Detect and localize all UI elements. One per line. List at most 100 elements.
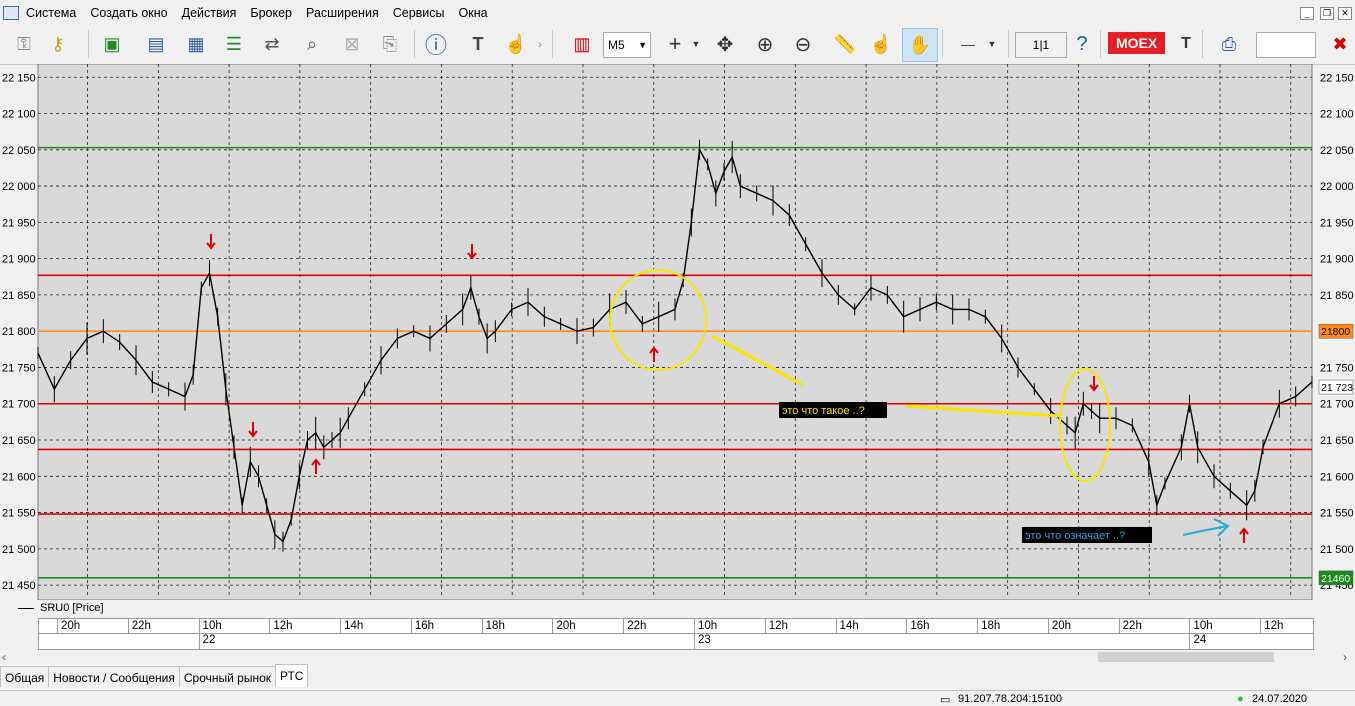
y-tick-label-right: 21 950 bbox=[1320, 217, 1354, 229]
toolbar-separator bbox=[1100, 30, 1101, 58]
key-grey-icon[interactable]: ⚿ bbox=[8, 28, 40, 60]
line-style-icon[interactable]: — bbox=[952, 28, 984, 60]
crosshair-icon[interactable]: + bbox=[660, 28, 690, 60]
x-tick-separator bbox=[1189, 619, 1191, 633]
page-indicator: 1|1 bbox=[1015, 32, 1067, 58]
exchange-button[interactable]: MOEX bbox=[1108, 32, 1166, 54]
alert-icon[interactable]: ⓘ bbox=[420, 28, 452, 60]
toolbar-separator bbox=[552, 30, 553, 58]
scatter-window-icon[interactable]: ▦ bbox=[180, 28, 212, 60]
hand-pointer-grey-icon[interactable]: ☝ bbox=[500, 28, 532, 60]
x-tick-separator bbox=[906, 619, 908, 633]
y-tick-label-right: 21 700 bbox=[1320, 399, 1354, 411]
menu-system[interactable]: Система bbox=[26, 6, 76, 20]
x-tick-separator bbox=[1260, 619, 1262, 633]
horizontal-scrollbar-thumb[interactable] bbox=[1098, 652, 1274, 662]
day-label: 22 bbox=[202, 634, 216, 646]
y-tick-label-left: 21 950 bbox=[2, 217, 36, 229]
new-window-icon[interactable]: ▣ bbox=[96, 28, 128, 60]
menu-services[interactable]: Сервисы bbox=[393, 6, 445, 20]
scroll-right-icon[interactable]: › bbox=[1343, 650, 1347, 664]
ruler-icon[interactable]: 📏 bbox=[830, 28, 860, 60]
menu-broker[interactable]: Брокер bbox=[250, 6, 292, 20]
restore-icon[interactable]: ❐ bbox=[1320, 7, 1334, 20]
close-icon[interactable]: ✕ bbox=[1338, 7, 1352, 20]
price-chart[interactable]: 22 150 22 150 22 100 22 100 22 050 22 050 22 0… bbox=[0, 63, 1355, 601]
y-tick-label-left: 21 700 bbox=[2, 399, 36, 411]
menu-actions[interactable]: Действия bbox=[182, 6, 237, 20]
connect-key-icon[interactable]: ⚷ bbox=[42, 28, 74, 60]
x-tick-separator bbox=[269, 619, 271, 633]
x-tick-label: 12h bbox=[1264, 620, 1284, 632]
x-tick-label: 16h bbox=[414, 620, 435, 632]
x-tick-label: 18h bbox=[981, 620, 1001, 632]
text-tool-icon[interactable]: T bbox=[462, 28, 494, 60]
search-input[interactable] bbox=[1256, 32, 1316, 58]
time-axis: 20h 22h 10h 12h 14h 16h 18h 20h 22h 10h 12h 14h 16h 1… bbox=[38, 618, 1314, 650]
tab-news[interactable]: Новости / Сообщения bbox=[48, 666, 180, 687]
day-separator bbox=[198, 633, 200, 649]
y-tick-label-left: 21 900 bbox=[2, 254, 36, 266]
timeframe-select[interactable]: M5 ▼ bbox=[603, 32, 651, 58]
x-tick-separator bbox=[623, 619, 625, 633]
x-tick-label: 14h bbox=[839, 620, 859, 632]
x-tick-label: 18h bbox=[485, 620, 505, 632]
zoom-out-icon[interactable]: ⊖ bbox=[788, 28, 818, 60]
toolbar-separator bbox=[88, 30, 89, 58]
menu-items: Система Создать окно Действия Брокер Рас… bbox=[26, 6, 502, 20]
x-tick-label: 10h bbox=[698, 620, 718, 632]
timeframe-value: M5 bbox=[608, 38, 625, 52]
hand-point-icon[interactable]: ☝ bbox=[866, 28, 896, 60]
x-tick-separator bbox=[1047, 619, 1049, 633]
y-tick-label-left: 21 850 bbox=[2, 290, 36, 302]
indicator-icon[interactable]: ▥ bbox=[566, 28, 598, 60]
chart-svg[interactable]: 22 150 22 150 22 100 22 100 22 050 22 050 22 0… bbox=[0, 63, 1355, 601]
chevron-right-icon[interactable]: › bbox=[534, 28, 546, 60]
scroll-left-icon[interactable]: ‹ bbox=[2, 650, 6, 664]
copy-table-icon[interactable]: ⎘ bbox=[374, 28, 406, 60]
day-label: 23 bbox=[698, 634, 711, 646]
x-tick-separator bbox=[977, 619, 979, 633]
minimize-icon[interactable]: _ bbox=[1300, 7, 1314, 20]
cancel-table-icon[interactable]: ⊠ bbox=[336, 28, 368, 60]
toolbar: ⚿ ⚷ ▣ ▤ ▦ ☰ ⇄ ⌕ ⊠ ⎘ ⓘ T ☝ › ▥ M5 ▼ + ▼ ✥… bbox=[0, 24, 1355, 65]
x-tick-label: 14h bbox=[344, 620, 364, 632]
legend-line-icon bbox=[18, 607, 34, 609]
help-icon[interactable]: ? bbox=[1068, 28, 1096, 60]
chevron-down-icon[interactable]: ▼ bbox=[986, 28, 998, 60]
orderbook-icon[interactable]: ☰ bbox=[218, 28, 250, 60]
y-tick-label-right: 21 850 bbox=[1320, 290, 1354, 302]
tab-futures[interactable]: Срочный рынок bbox=[178, 666, 276, 687]
price-tag-label: 21 723 bbox=[1321, 382, 1353, 394]
print-preview-icon[interactable]: ⎙ bbox=[1212, 28, 1246, 60]
search-table-icon[interactable]: ⌕ bbox=[296, 28, 328, 60]
hand-pan-icon[interactable]: ✋ bbox=[902, 28, 938, 62]
annotation-label: это что такое ..? bbox=[782, 405, 865, 417]
menu-new-window[interactable]: Создать окно bbox=[90, 6, 167, 20]
x-tick-label: 10h bbox=[1193, 620, 1213, 632]
tab-general[interactable]: Общая bbox=[0, 666, 50, 687]
x-tick-separator bbox=[127, 619, 129, 633]
server-icon: ▭ bbox=[940, 694, 951, 706]
menu-bar: Система Создать окно Действия Брокер Рас… bbox=[0, 0, 1355, 24]
menu-windows[interactable]: Окна bbox=[459, 6, 488, 20]
y-tick-label-left: 21 450 bbox=[2, 580, 36, 592]
tf-partial-label: T bbox=[1181, 35, 1191, 52]
chart-window-icon[interactable]: ▤ bbox=[140, 28, 172, 60]
x-tick-label: 20h bbox=[1051, 620, 1072, 632]
app-icon bbox=[3, 6, 19, 20]
y-tick-label-right: 22 000 bbox=[1320, 181, 1354, 193]
toolbar-separator bbox=[414, 30, 415, 58]
chevron-down-icon[interactable]: ▼ bbox=[690, 28, 702, 60]
day-separator bbox=[1189, 633, 1191, 649]
deal-icon[interactable]: ⇄ bbox=[256, 28, 288, 60]
toolbar-separator bbox=[942, 30, 943, 58]
y-tick-label-left: 22 000 bbox=[2, 181, 36, 193]
menu-extensions[interactable]: Расширения bbox=[306, 6, 379, 20]
tab-rts[interactable]: РТС bbox=[275, 664, 309, 687]
move-icon[interactable]: ✥ bbox=[710, 28, 740, 60]
zoom-in-icon[interactable]: ⊕ bbox=[750, 28, 780, 60]
status-bar: ▭ 91.207.78.204:15100 ● 24.07.2020 bbox=[0, 690, 1355, 706]
disconnect-icon[interactable]: ✖ bbox=[1326, 28, 1354, 60]
x-tick-separator bbox=[552, 619, 554, 633]
